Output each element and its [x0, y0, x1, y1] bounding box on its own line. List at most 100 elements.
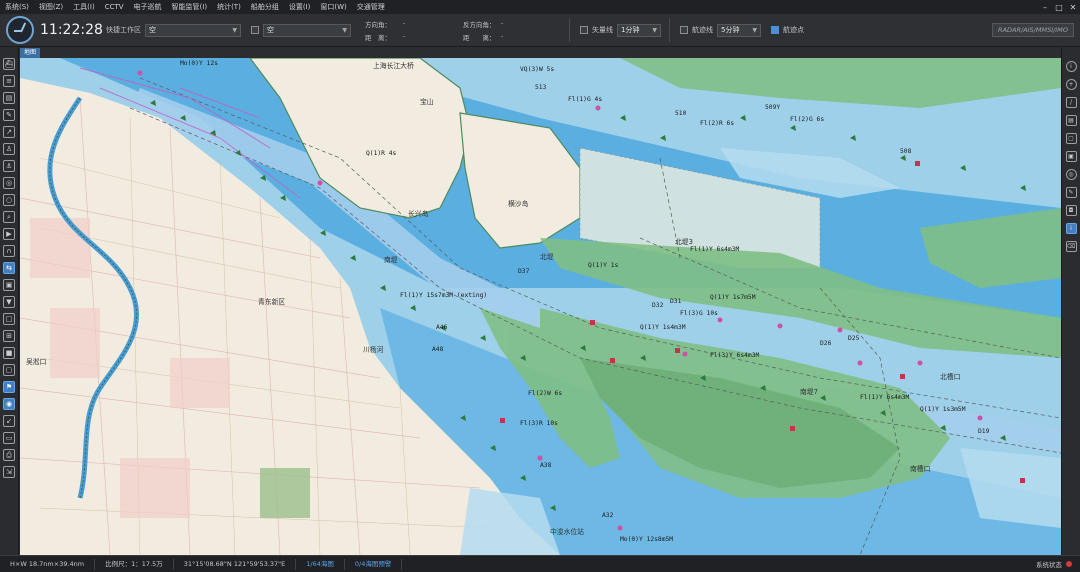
- track-label: 航迹线: [692, 26, 713, 34]
- area-icon[interactable]: ▣: [3, 278, 15, 291]
- buoy-number: D25: [848, 335, 860, 342]
- menu-settings[interactable]: 设置(I): [284, 2, 316, 12]
- buoy-icon[interactable]: ♙: [3, 142, 15, 155]
- second-checkbox[interactable]: [251, 26, 259, 34]
- play-icon[interactable]: ▶: [3, 227, 15, 240]
- triangle-icon[interactable]: ▼: [3, 295, 15, 308]
- track-checkbox[interactable]: [680, 26, 688, 34]
- flag-icon[interactable]: ⚑: [3, 380, 15, 393]
- buoy-number: 513: [535, 84, 547, 91]
- menu-system[interactable]: 系统(S): [0, 2, 34, 12]
- chevron-down-icon: ▼: [752, 26, 757, 34]
- menu-view[interactable]: 视图(Z): [34, 2, 68, 12]
- info-icon[interactable]: i: [1065, 60, 1077, 72]
- layers-icon[interactable]: ≡: [3, 74, 15, 87]
- scale-readout: 比例尺：1：17.5万: [95, 558, 174, 570]
- light-label: VQ(3)W 5s: [520, 66, 555, 73]
- frame-icon[interactable]: ▣: [1065, 150, 1077, 162]
- chart-map[interactable]: 青东新区 川杨河 长兴岛 横沙岛 北堤3 南堤 北堤 南堤7 北槽口 南槽口 上…: [20, 58, 1061, 555]
- place-label: 北槽口: [940, 373, 961, 381]
- record-icon[interactable]: ■: [3, 346, 15, 359]
- menu-window[interactable]: 窗口(W): [315, 2, 351, 12]
- status-bar: H×W 18.7nm×39.4nm 比例尺：1：17.5万 31°15'08.6…: [0, 555, 1080, 572]
- light-label: Fl(1)Y 15s7m3M (exting): [400, 292, 488, 299]
- grid-icon[interactable]: ⊞: [3, 329, 15, 342]
- export-icon[interactable]: ⇲: [3, 465, 15, 478]
- zoom-icon[interactable]: +: [1065, 78, 1077, 90]
- buoy-number: A48: [432, 346, 444, 353]
- menu-supervision[interactable]: 智能监管(I): [167, 2, 213, 12]
- search-icon[interactable]: ⌕: [3, 210, 15, 223]
- target-icon[interactable]: ◎: [1065, 168, 1077, 180]
- eye-icon[interactable]: ◉: [3, 397, 15, 410]
- download-icon[interactable]: ⇩: [1065, 222, 1077, 234]
- anchor-icon[interactable]: ⚓: [3, 159, 15, 172]
- track-select[interactable]: 5分钟 ▼: [717, 23, 761, 37]
- select-icon[interactable]: ▢: [1065, 132, 1077, 144]
- second-select[interactable]: 空 ▼: [263, 23, 351, 37]
- copy-icon[interactable]: ▤: [1065, 114, 1077, 126]
- menu-patrol[interactable]: 电子巡航: [129, 2, 167, 12]
- buoy-number: D26: [820, 340, 832, 347]
- pencil-icon[interactable]: ✎: [1065, 186, 1077, 198]
- light-label: Q(1)Y 1s4m3M: [640, 324, 686, 331]
- menu-statistics[interactable]: 统计(T): [212, 2, 246, 12]
- light-label: Fl(3)R 10s: [520, 420, 558, 427]
- ruler-icon[interactable]: /: [1065, 96, 1077, 108]
- system-status[interactable]: 系统状态: [1036, 559, 1072, 569]
- place-label: 川杨河: [363, 346, 384, 354]
- place-label: 北堤3: [675, 238, 693, 246]
- light-label: Q(1)R 4s: [366, 150, 397, 157]
- place-label: 中浚水位站: [550, 528, 584, 536]
- bearing-distance-panel: 方向角： - 反方向角： - 距 离： - 距 离： -: [365, 19, 561, 42]
- reverse-bearing-value: -: [501, 18, 504, 27]
- vector-select[interactable]: 1分钟 ▼: [617, 23, 661, 37]
- status-dot-icon: [1066, 561, 1072, 567]
- eraser-icon[interactable]: ⌫: [1065, 240, 1077, 252]
- chart-mode[interactable]: 1/64海图: [296, 558, 345, 570]
- window-icon[interactable]: ▭: [3, 431, 15, 444]
- bridge-icon[interactable]: ∩: [3, 244, 15, 257]
- circle-icon[interactable]: ○: [3, 193, 15, 206]
- workspace-select[interactable]: 空 ▼: [145, 23, 241, 37]
- place-label: 北堤: [540, 253, 554, 261]
- light-label: Q(1)Y 1s7m5M: [710, 294, 756, 301]
- arrow-icon[interactable]: ↙: [3, 414, 15, 427]
- buoy-number: 509Y: [765, 104, 781, 111]
- ship-icon[interactable]: ⛴: [3, 57, 15, 70]
- menu-traffic[interactable]: 交通管理: [352, 2, 390, 12]
- edit-icon[interactable]: ✎: [3, 108, 15, 121]
- tab-map[interactable]: 地图: [20, 48, 41, 58]
- print-icon[interactable]: ⎙: [3, 448, 15, 461]
- buoy-number: D37: [518, 268, 530, 275]
- close-icon[interactable]: ✕: [1066, 3, 1080, 12]
- route-icon[interactable]: ⇆: [3, 261, 15, 274]
- frame-icon[interactable]: ▢: [3, 363, 15, 376]
- menu-ship-group[interactable]: 船舶分组: [246, 2, 284, 12]
- chart-icon[interactable]: ↗: [3, 125, 15, 138]
- vector-label: 矢量线: [592, 26, 613, 34]
- measure-icon[interactable]: □: [3, 312, 15, 325]
- target-icon[interactable]: ◎: [3, 176, 15, 189]
- chevron-down-icon: ▼: [652, 26, 657, 34]
- place-label: 上海长江大桥: [373, 62, 414, 70]
- warning-mode[interactable]: 0/4海图预警: [345, 558, 403, 570]
- bearing-label: 方向角：: [365, 20, 391, 29]
- trackpoint-checkbox[interactable]: [771, 26, 779, 34]
- search-box[interactable]: RADAR/AIS/MMSI/IMO: [992, 23, 1074, 37]
- minimize-icon[interactable]: –: [1038, 3, 1052, 12]
- buoy-number: D19: [978, 428, 990, 435]
- document-icon[interactable]: ▤: [3, 91, 15, 104]
- buoy-number: A32: [602, 512, 614, 519]
- trackpoint-label: 航迹点: [783, 26, 804, 34]
- light-label: Fl(2)W 6s: [528, 390, 563, 397]
- workspace-label: 快捷工作区: [106, 26, 141, 34]
- menu-tools[interactable]: 工具(I): [68, 2, 100, 12]
- menu-bar: 系统(S) 视图(Z) 工具(I) CCTV 电子巡航 智能监管(I) 统计(T…: [0, 0, 1080, 14]
- maximize-icon[interactable]: □: [1052, 3, 1066, 12]
- vector-checkbox[interactable]: [580, 26, 588, 34]
- bearing-value: -: [403, 18, 406, 27]
- buoy-number: 510: [675, 110, 687, 117]
- camera-icon[interactable]: ◘: [1065, 204, 1077, 216]
- menu-cctv[interactable]: CCTV: [100, 3, 129, 11]
